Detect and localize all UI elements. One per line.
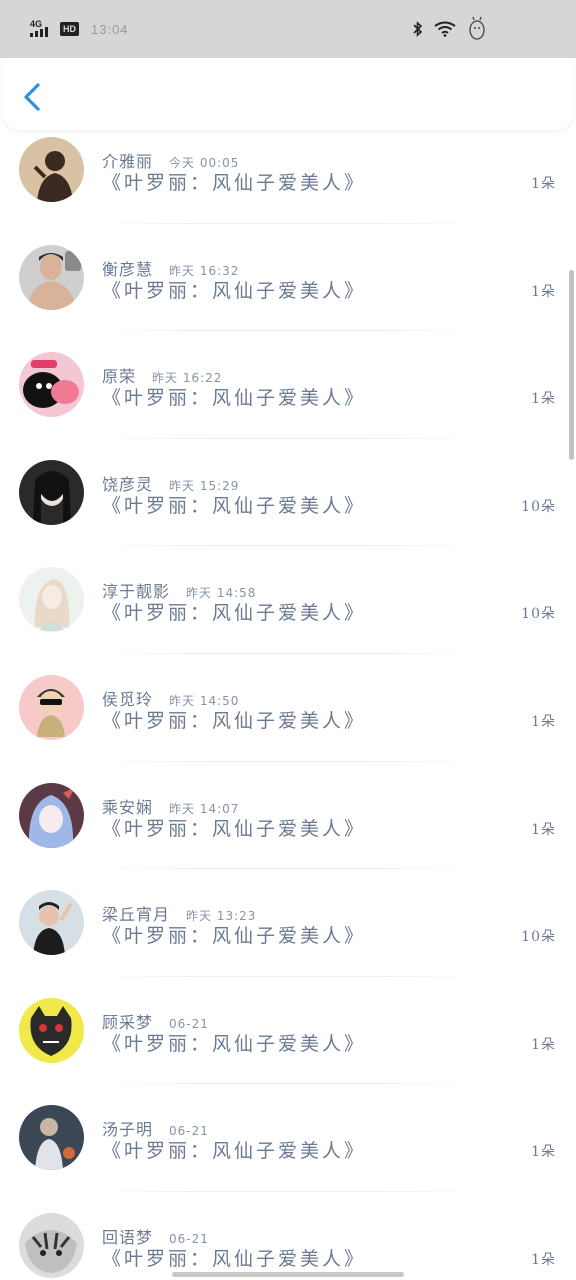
book-title: 《叶罗丽：风仙子爱美人》 xyxy=(102,494,367,517)
book-title: 《叶罗丽：风仙子爱美人》 xyxy=(102,1247,367,1270)
avatar[interactable] xyxy=(19,890,84,956)
book-title: 《叶罗丽：风仙子爱美人》 xyxy=(102,172,367,194)
status-bar: 4G HD 13:04 xyxy=(0,0,576,58)
flower-count: 10朵 xyxy=(521,498,556,515)
list-item[interactable]: 介雅丽 今天 00:05 《叶罗丽：风仙子爱美人》 1朵 xyxy=(0,116,576,224)
avatar[interactable] xyxy=(19,782,84,848)
flower-count: 1朵 xyxy=(531,176,556,192)
avatar[interactable] xyxy=(19,352,84,418)
status-time: 13:04 xyxy=(91,21,129,37)
wifi-icon xyxy=(434,21,456,37)
hd-badge: HD xyxy=(60,22,79,36)
book-title: 《叶罗丽：风仙子爱美人》 xyxy=(102,602,367,625)
avatar[interactable] xyxy=(19,1212,84,1278)
book-title: 《叶罗丽：风仙子爱美人》 xyxy=(102,925,367,948)
avatar[interactable] xyxy=(19,244,84,310)
flower-count: 1朵 xyxy=(531,1251,556,1268)
avatar[interactable] xyxy=(19,137,84,202)
list-item[interactable]: 汤子明 06-21 《叶罗丽：风仙子爱美人》 1朵 xyxy=(0,1084,576,1192)
list-item[interactable]: 乘安娴 昨天 14:07 《叶罗丽：风仙子爱美人》 1朵 xyxy=(0,762,576,870)
scrollbar[interactable] xyxy=(569,270,574,460)
list-item[interactable]: 淳于靓影 昨天 14:58 《叶罗丽：风仙子爱美人》 10朵 xyxy=(0,546,576,654)
list-item[interactable]: 衡彦慧 昨天 16:32 《叶罗丽：风仙子爱美人》 1朵 xyxy=(0,224,576,332)
chevron-left-icon xyxy=(24,83,40,111)
back-button[interactable] xyxy=(20,82,46,112)
avatar[interactable] xyxy=(19,674,84,740)
book-title: 《叶罗丽：风仙子爱美人》 xyxy=(102,387,367,410)
list-item[interactable]: 顾采梦 06-21 《叶罗丽：风仙子爱美人》 1朵 xyxy=(0,977,576,1085)
gift-record-list: 介雅丽 今天 00:05 《叶罗丽：风仙子爱美人》 1朵 衡彦慧 昨天 16:3… xyxy=(0,116,576,1280)
avatar[interactable] xyxy=(19,997,84,1063)
book-title: 《叶罗丽：风仙子爱美人》 xyxy=(102,1032,367,1055)
avatar[interactable] xyxy=(19,567,84,633)
flower-count: 1朵 xyxy=(531,283,556,300)
list-item[interactable]: 饶彦灵 昨天 15:29 《叶罗丽：风仙子爱美人》 10朵 xyxy=(0,439,576,547)
list-item[interactable]: 原荣 昨天 16:22 《叶罗丽：风仙子爱美人》 1朵 xyxy=(0,331,576,439)
avatar[interactable] xyxy=(19,459,84,525)
book-title: 《叶罗丽：风仙子爱美人》 xyxy=(102,817,367,840)
bluetooth-icon xyxy=(413,21,423,37)
book-title: 《叶罗丽：风仙子爱美人》 xyxy=(102,1140,367,1163)
list-item[interactable]: 梁丘宵月 昨天 13:23 《叶罗丽：风仙子爱美人》 10朵 xyxy=(0,869,576,977)
flower-count: 1朵 xyxy=(531,1036,556,1053)
book-title: 《叶罗丽：风仙子爱美人》 xyxy=(102,279,367,302)
list-item[interactable]: 回语梦 06-21 《叶罗丽：风仙子爱美人》 1朵 xyxy=(0,1192,576,1280)
signal-icon: 4G xyxy=(30,19,54,37)
flower-count: 10朵 xyxy=(521,929,556,946)
status-right xyxy=(412,16,488,42)
flower-count: 1朵 xyxy=(531,1144,556,1161)
book-title: 《叶罗丽：风仙子爱美人》 xyxy=(102,709,367,732)
network-label: 4G xyxy=(30,19,43,29)
flower-count: 10朵 xyxy=(521,606,556,623)
notification-app-icon xyxy=(469,16,485,40)
list-item[interactable]: 侯觅玲 昨天 14:50 《叶罗丽：风仙子爱美人》 1朵 xyxy=(0,654,576,762)
avatar[interactable] xyxy=(19,1105,84,1171)
flower-count: 1朵 xyxy=(531,713,556,730)
flower-count: 1朵 xyxy=(531,821,556,838)
home-indicator[interactable] xyxy=(172,1272,404,1277)
flower-count: 1朵 xyxy=(531,391,556,408)
status-left: 4G HD 13:04 xyxy=(30,19,129,37)
